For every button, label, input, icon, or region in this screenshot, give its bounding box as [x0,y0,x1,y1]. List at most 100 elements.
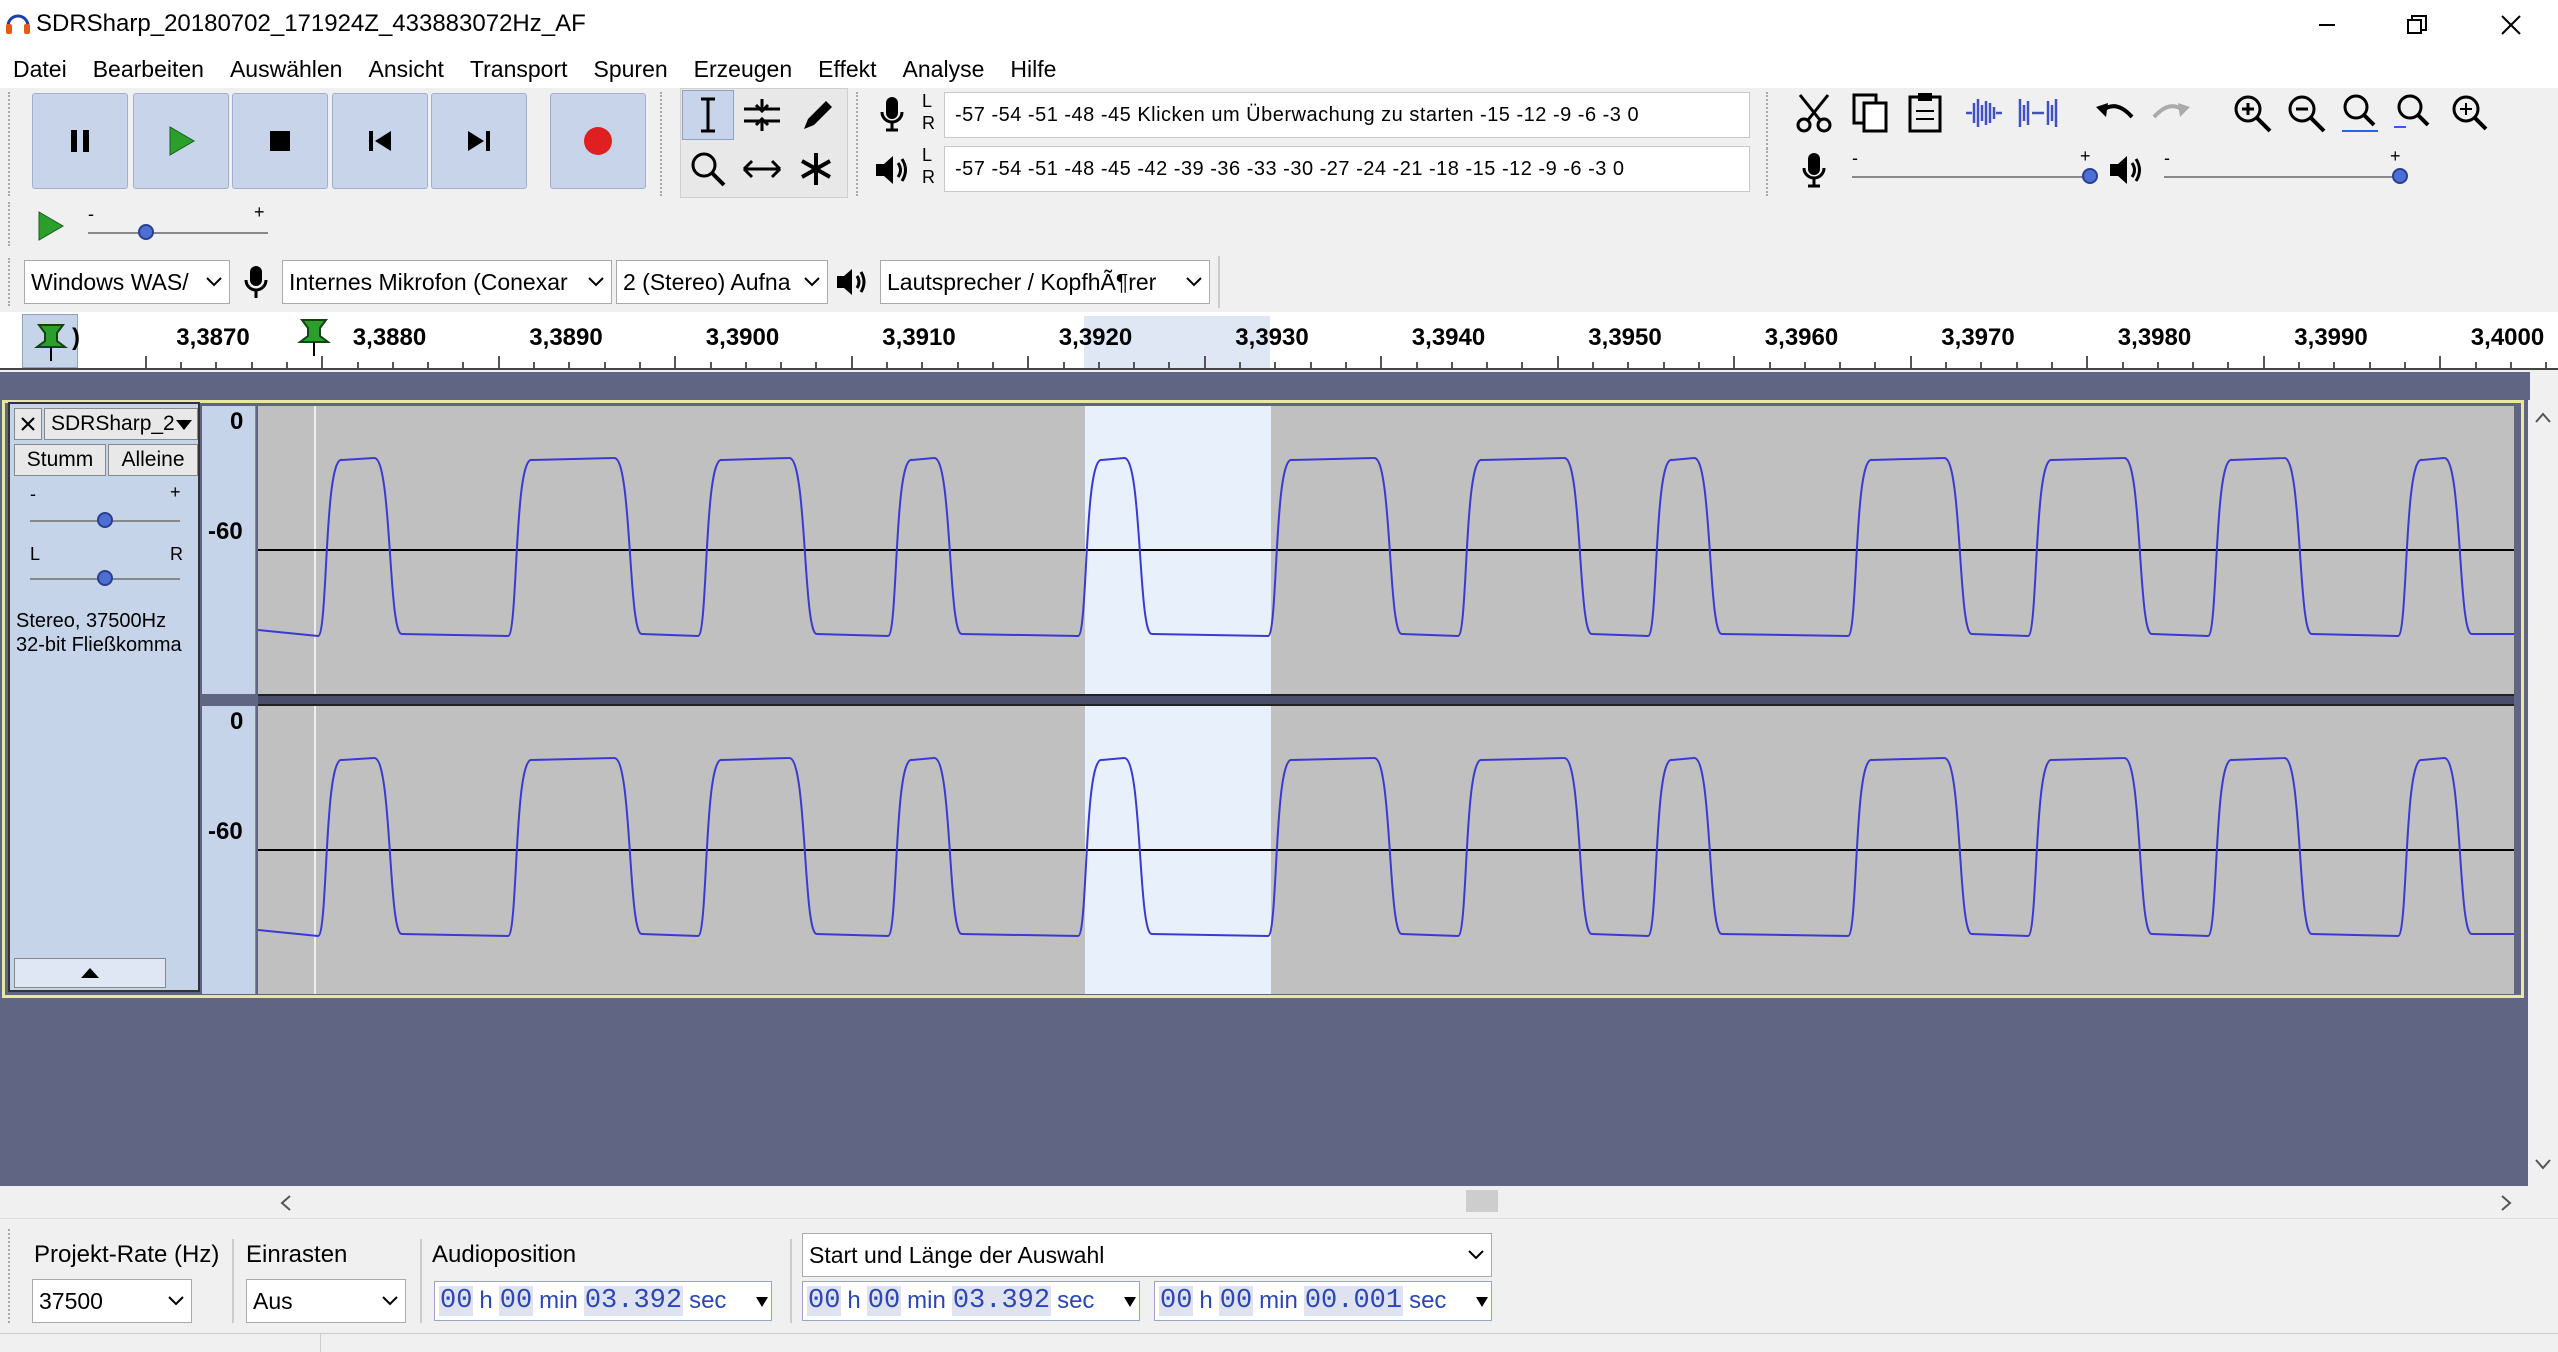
vertical-scale-right[interactable]: 0 -60 [202,706,256,994]
fit-project-button[interactable] [2388,88,2440,138]
maximize-button[interactable] [2372,0,2462,50]
track-name-menu[interactable]: SDRSharp_2 [44,408,198,440]
paste-button[interactable] [1900,88,1952,138]
ruler-tick [2086,356,2089,368]
speaker-icon [876,156,907,184]
project-rate-select[interactable]: 37500 [32,1279,192,1323]
menu-spuren[interactable]: Spuren [581,50,681,88]
pause-button[interactable] [32,93,128,189]
redo-button[interactable] [2144,88,2196,138]
close-window-button[interactable] [2466,0,2556,50]
play-button[interactable] [133,93,229,189]
timeline-ruler[interactable]: ) 3,3870 3,3880 3,3890 3,3900 3,3910 3,3920 3,… [0,312,2558,370]
record-meter[interactable]: -57 -54 -51 -48 -45 Klicken um Überwachu… [944,92,1750,138]
skip-to-end-button[interactable] [431,93,527,189]
minimize-button[interactable] [2282,0,2372,50]
menu-erzeugen[interactable]: Erzeugen [681,50,805,88]
selection-start-field[interactable]: 00 h 00 min 03.392 sec [802,1281,1140,1321]
audio-host-select[interactable]: Windows WAS/ [24,260,230,304]
playback-volume-slider[interactable] [2164,176,2404,178]
play-head-pin-icon [297,319,331,356]
record-volume-slider[interactable] [1852,176,2092,178]
ruler-tick [1486,362,1489,368]
multi-tool-button[interactable] [790,144,842,194]
horizontal-scroll-thumb[interactable] [1466,1190,1498,1212]
ruler-label: 3,4000 [2470,324,2545,351]
tools-toolbar-grip[interactable] [660,92,666,196]
selection-tool-button[interactable] [682,90,734,140]
mixer-toolbar-grip[interactable] [1766,148,1772,196]
zoom-tool-button[interactable] [682,144,734,194]
device-toolbar-grip[interactable] [8,258,14,306]
envelope-tool-button[interactable] [736,90,788,140]
collapse-track-button[interactable] [14,958,166,988]
solo-button[interactable]: Alleine [108,444,198,476]
restore-icon [2407,15,2427,34]
cut-button[interactable] [1790,88,1842,138]
menu-ansicht[interactable]: Ansicht [355,50,456,88]
skip-to-start-button[interactable] [332,93,428,189]
track-close-button[interactable] [14,408,42,440]
zoom-toggle-button[interactable] [2442,88,2494,138]
ruler-tick [1168,362,1171,368]
scissors-icon [1796,94,1832,133]
recording-channels-select[interactable]: 2 (Stereo) Aufna [616,260,828,304]
play-speed-slider[interactable] [88,232,268,234]
playback-device-select[interactable]: Lautsprecher / KopfhÃ¶rer [880,260,1210,304]
track-control-panel[interactable]: SDRSharp_2 Stumm Alleine - + L R Stereo,… [8,402,200,992]
menu-bearbeiten[interactable]: Bearbeiten [80,50,217,88]
trim-audio-button[interactable] [1958,88,2010,138]
ruler-tick [391,362,394,368]
snap-select[interactable]: Aus [246,1279,406,1323]
copy-button[interactable] [1846,88,1898,138]
waveform-channel-left[interactable] [258,406,2514,694]
recording-device-select[interactable]: Internes Mikrofon (Conexar [282,260,612,304]
audio-position-field[interactable]: 00 h 00 min 03.392 sec [434,1281,772,1321]
stop-button[interactable] [232,93,328,189]
gain-knob[interactable] [97,512,113,528]
menu-analyse[interactable]: Analyse [890,50,998,88]
play-speed-knob[interactable] [138,224,154,240]
playback-meter-button[interactable] [872,148,912,192]
playback-meter[interactable]: -57 -54 -51 -48 -45 -42 -39 -36 -33 -30 … [944,146,1750,192]
toolbar-grip[interactable] [8,92,14,196]
record-meter-button[interactable] [872,92,912,136]
ruler-tick [603,362,606,368]
asterisk-icon [801,153,831,185]
vertical-scale-left[interactable]: 0 -60 [202,406,256,694]
record-volume-knob[interactable] [2082,168,2098,184]
meter-toolbar-grip[interactable] [856,92,862,196]
pan-knob[interactable] [97,570,113,586]
selection-start-hours: 00 [807,1286,842,1316]
menu-effekt[interactable]: Effekt [805,50,889,88]
ruler-tick [1556,356,1559,368]
vertical-scrollbar[interactable] [2528,400,2558,1186]
audio-position-hours: 00 [439,1286,474,1316]
microphone-icon [244,266,268,298]
ruler-label: 3,3910 [882,324,956,351]
draw-tool-button[interactable] [790,90,842,140]
record-button[interactable] [550,93,646,189]
selection-toolbar-grip[interactable] [8,1229,14,1323]
menu-transport[interactable]: Transport [457,50,581,88]
time-shift-tool-button[interactable] [736,144,788,194]
horizontal-scrollbar[interactable] [260,1186,2530,1216]
zoom-out-button[interactable] [2280,88,2332,138]
pinned-head-button[interactable] [22,314,78,368]
play-at-speed-grip[interactable] [8,202,14,246]
fit-selection-button[interactable] [2334,88,2386,138]
waveform-channel-right[interactable] [258,706,2514,994]
zoom-in-button[interactable] [2226,88,2278,138]
undo-button[interactable] [2090,88,2142,138]
playback-volume-knob[interactable] [2392,168,2408,184]
play-at-speed-button[interactable] [28,204,72,248]
mute-button[interactable]: Stumm [14,444,106,476]
silence-audio-button[interactable] [2012,88,2064,138]
menu-auswaehlen[interactable]: Auswählen [217,50,356,88]
chevron-down-icon [382,1296,398,1306]
selection-length-field[interactable]: 00 h 00 min 00.001 sec [1154,1281,1492,1321]
ruler-tick [427,362,430,368]
menu-hilfe[interactable]: Hilfe [997,50,1069,88]
selection-mode-select[interactable]: Start und Länge der Auswahl [802,1233,1492,1277]
menu-datei[interactable]: Datei [0,50,80,88]
